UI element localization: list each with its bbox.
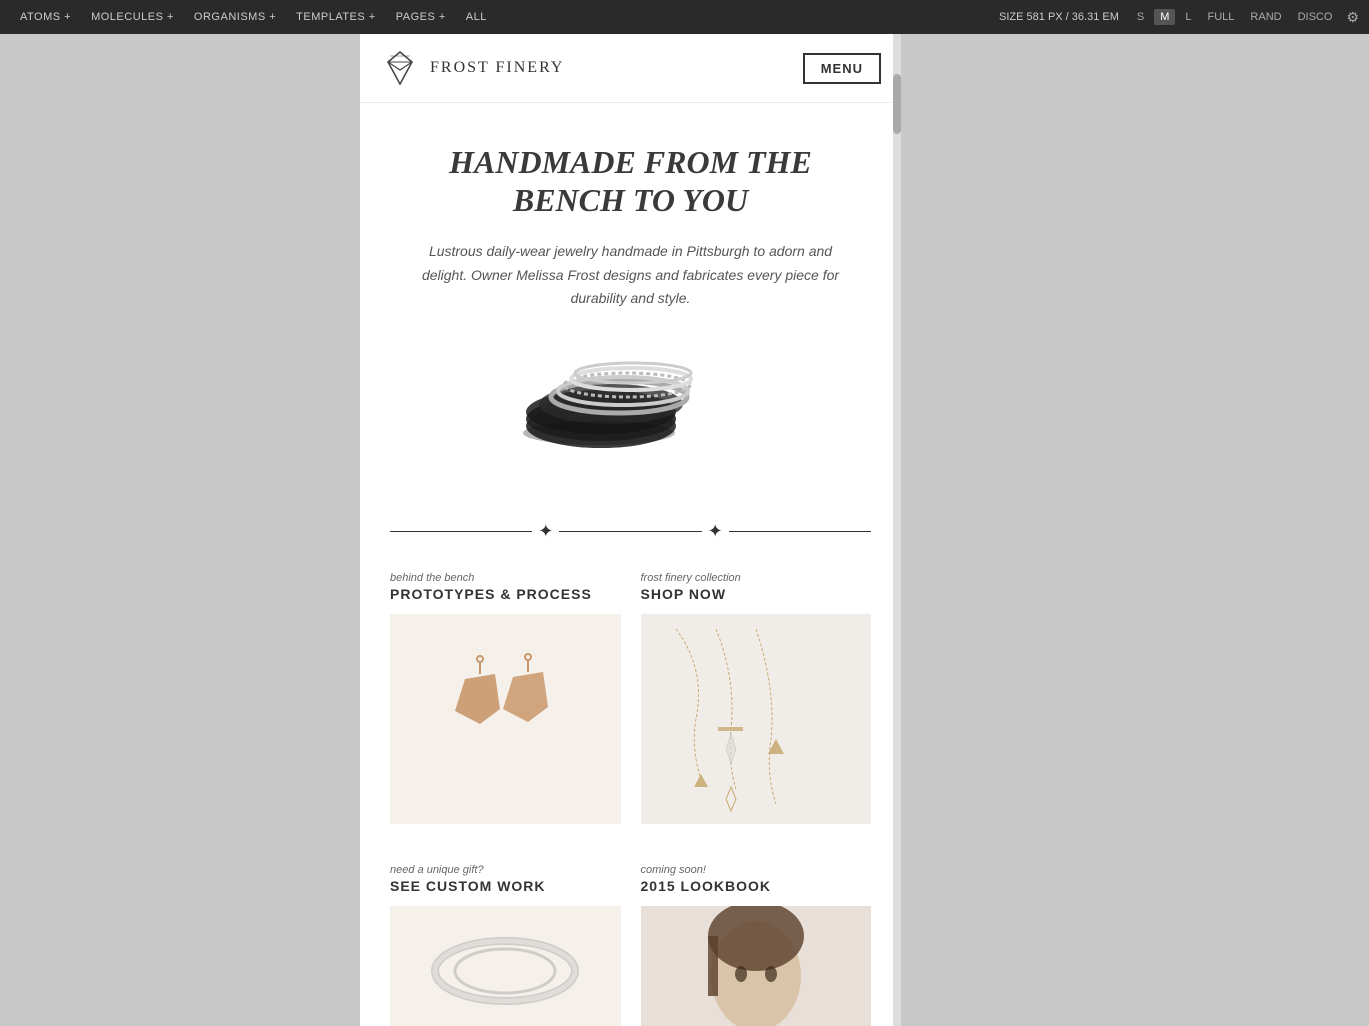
divider: ✦ ✦: [360, 521, 901, 542]
lookbook-title: 2015 LOOKBOOK: [641, 878, 872, 894]
divider-line-left: [390, 531, 532, 532]
earrings-svg: [425, 629, 585, 809]
custom-subtitle: need a unique gift?: [390, 864, 621, 876]
hero-title: HANDMADE FROM THE BENCH TO YOU: [390, 143, 871, 220]
nav-templates[interactable]: TEMPLATES +: [286, 0, 386, 34]
custom-work-section: need a unique gift? SEE CUSTOM WORK: [390, 864, 631, 1026]
logo-text: FROST FINERY: [430, 59, 564, 77]
divider-line-right: [729, 531, 871, 532]
hero-section: HANDMADE FROM THE BENCH TO YOU Lustrous …: [360, 103, 901, 521]
logo-area: FROST FINERY: [380, 48, 564, 88]
nav-organisms[interactable]: ORGANISMS +: [184, 0, 286, 34]
nav-molecules[interactable]: MOLECULES +: [81, 0, 184, 34]
prototypes-title: PROTOTYPES & PROCESS: [390, 586, 621, 602]
settings-icon[interactable]: ⚙: [1346, 9, 1359, 26]
bottom-two-column-section: need a unique gift? SEE CUSTOM WORK comi…: [360, 864, 901, 1026]
site-header: FROST FINERY MENU: [360, 34, 901, 103]
shop-title: SHOP NOW: [641, 586, 872, 602]
size-full-button[interactable]: FULL: [1202, 9, 1241, 25]
size-rand-button[interactable]: RAND: [1244, 9, 1287, 25]
left-panel: [0, 34, 360, 1026]
nav-all[interactable]: ALL: [456, 0, 497, 34]
rings-image: [441, 341, 821, 471]
two-column-section: behind the bench PROTOTYPES & PROCESS: [360, 572, 901, 844]
lookbook-image[interactable]: [641, 906, 872, 1026]
prototypes-subtitle: behind the bench: [390, 572, 621, 584]
scrollbar-track: [893, 34, 901, 1026]
shop-section: frost finery collection SHOP NOW: [631, 572, 872, 844]
logo-icon: [380, 48, 420, 88]
custom-title: SEE CUSTOM WORK: [390, 878, 621, 894]
face-svg: [656, 906, 856, 1026]
bracelet-svg: [405, 911, 605, 1021]
nav-pages[interactable]: PAGES +: [386, 0, 456, 34]
prototypes-section: behind the bench PROTOTYPES & PROCESS: [390, 572, 631, 844]
bracelet-image[interactable]: [390, 906, 621, 1026]
rings-svg: [471, 341, 791, 461]
earrings-image[interactable]: [390, 614, 621, 824]
divider-ornament-right: ✦: [708, 521, 723, 542]
menu-button[interactable]: MENU: [803, 53, 881, 84]
size-s-button[interactable]: S: [1131, 9, 1150, 25]
size-m-button[interactable]: M: [1154, 9, 1175, 25]
size-disco-button[interactable]: DISCO: [1292, 9, 1339, 25]
page-wrapper: FROST FINERY MENU HANDMADE FROM THE BENC…: [0, 34, 1369, 1026]
shop-subtitle: frost finery collection: [641, 572, 872, 584]
main-content: FROST FINERY MENU HANDMADE FROM THE BENC…: [360, 34, 901, 1026]
divider-ornament-left: ✦: [538, 521, 553, 542]
right-panel: [901, 34, 1369, 1026]
scrollbar-thumb[interactable]: [893, 74, 901, 134]
nav-left: ATOMS + MOLECULES + ORGANISMS + TEMPLATE…: [10, 0, 497, 34]
hero-description: Lustrous daily-wear jewelry handmade in …: [421, 240, 841, 311]
size-l-button[interactable]: L: [1179, 9, 1197, 25]
top-navigation: ATOMS + MOLECULES + ORGANISMS + TEMPLATE…: [0, 0, 1369, 34]
lookbook-section: coming soon! 2015 LOOKBOOK: [631, 864, 872, 1026]
nav-right: SIZE 581 PX / 36.31 EM S M L FULL RAND D…: [999, 9, 1359, 26]
lookbook-subtitle: coming soon!: [641, 864, 872, 876]
size-info: SIZE 581 PX / 36.31 EM: [999, 11, 1119, 23]
necklaces-svg: [646, 619, 866, 819]
divider-line-mid: [559, 531, 701, 532]
nav-atoms[interactable]: ATOMS +: [10, 0, 81, 34]
necklaces-image[interactable]: [641, 614, 872, 824]
